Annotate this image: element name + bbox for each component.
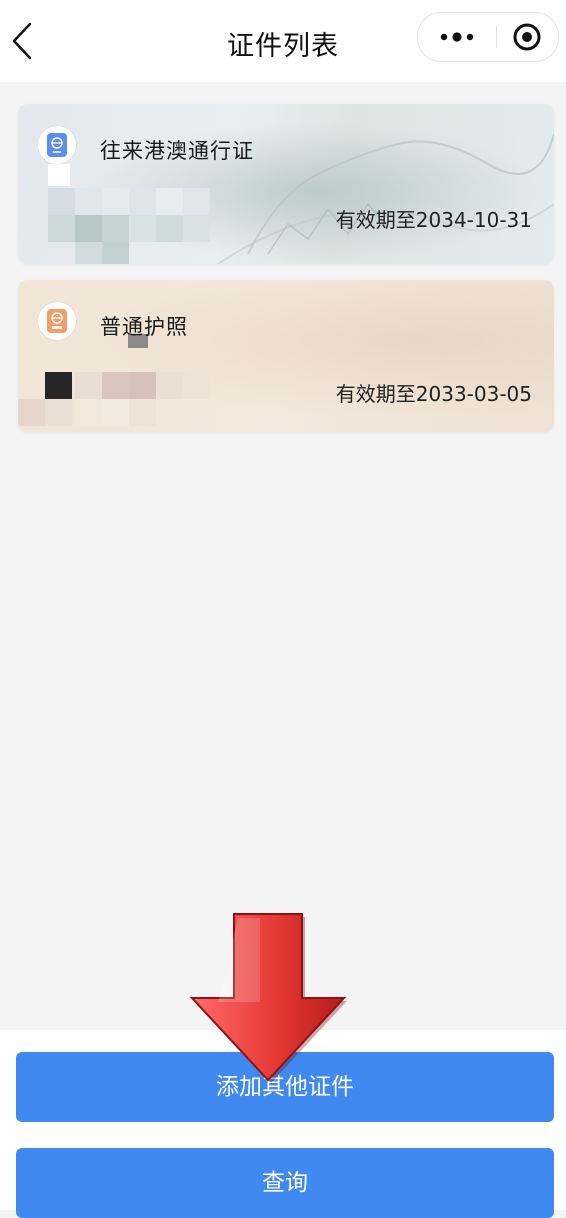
document-card-hk-macao[interactable]: 往来港澳通行证 有效期至2034-10-31 — [18, 104, 554, 264]
add-other-document-button[interactable]: 添加其他证件 — [16, 1052, 554, 1122]
redacted-number-mosaic — [18, 164, 218, 264]
more-dots-icon — [440, 32, 474, 42]
query-button[interactable]: 查询 — [16, 1148, 554, 1218]
close-mini-program-button[interactable] — [497, 13, 558, 61]
card-title: 往来港澳通行证 — [100, 139, 254, 163]
card-title: 普通护照 — [100, 315, 188, 339]
card-expiry: 有效期至2033-03-05 — [335, 382, 532, 406]
redacted-number-mosaic — [18, 334, 218, 432]
mini-program-capsule — [417, 12, 559, 62]
navigation-bar: 证件列表 — [0, 0, 566, 82]
passport-icon — [38, 302, 76, 340]
document-card-passport[interactable]: 普通护照 有效期至2033-03-05 — [18, 280, 554, 432]
more-button[interactable] — [418, 13, 496, 61]
card-expiry: 有效期至2034-10-31 — [335, 208, 532, 232]
record-target-icon — [513, 23, 541, 51]
hk-macao-permit-icon — [38, 126, 76, 164]
